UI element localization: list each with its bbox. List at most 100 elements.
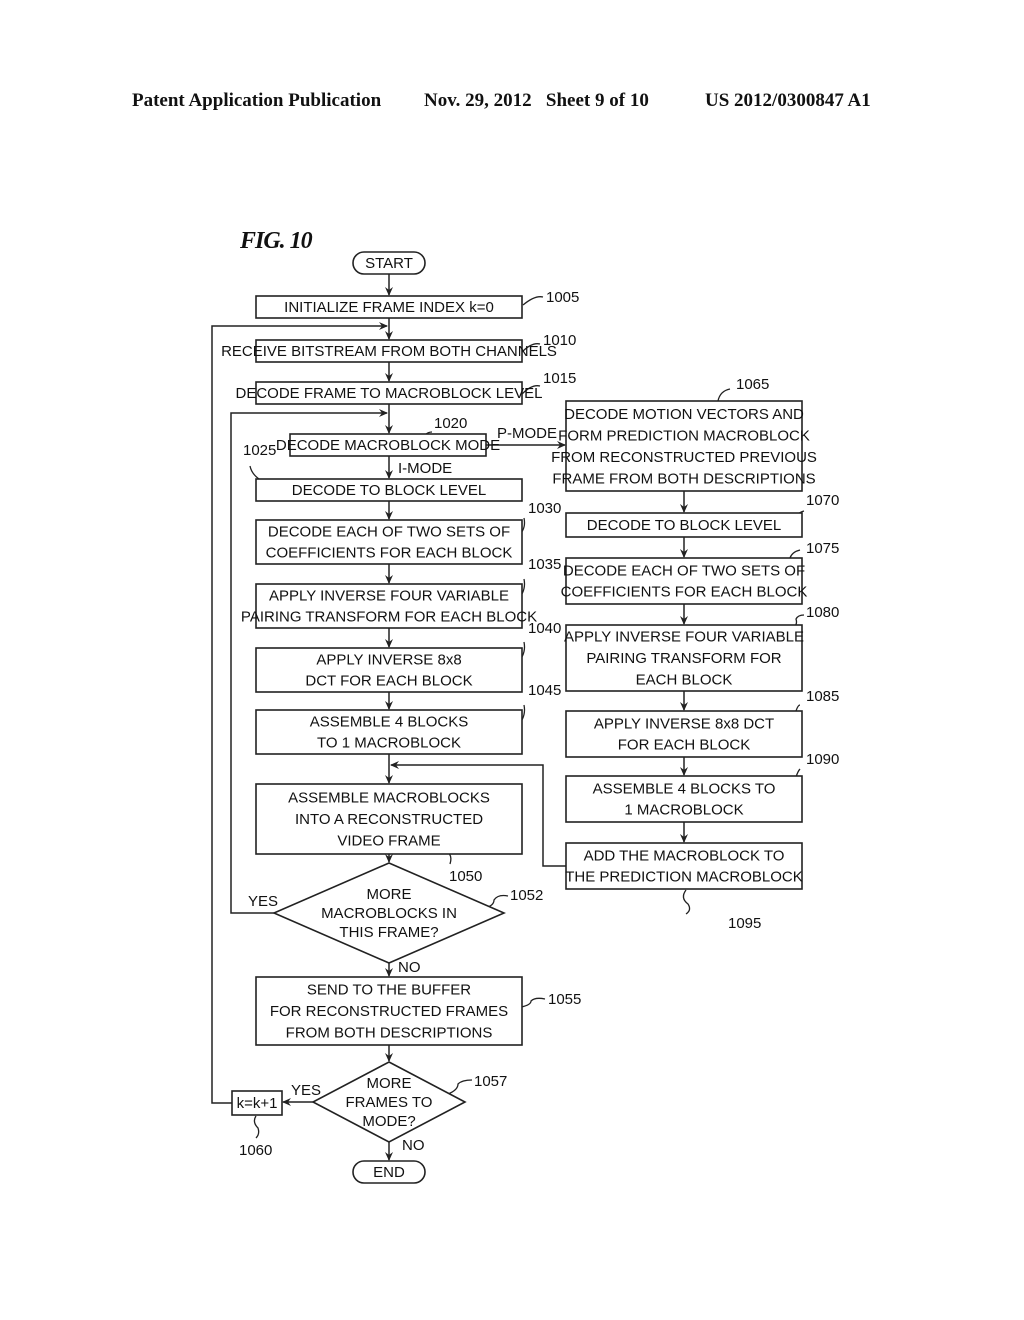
- end-terminal-text: END: [373, 1164, 405, 1181]
- step-text: TO 1 MACROBLOCK: [317, 735, 461, 752]
- step-text: FOR EACH BLOCK: [618, 737, 751, 754]
- step-text: DECODE TO BLOCK LEVEL: [587, 517, 782, 534]
- i-mode-label: I-MODE: [398, 460, 452, 477]
- start-terminal: START: [352, 251, 426, 275]
- yes-label-1052: YES: [248, 893, 278, 910]
- step-text: ASSEMBLE MACROBLOCKS: [288, 790, 490, 807]
- step-1015: DECODE FRAME TO MACROBLOCK LEVEL: [235, 381, 543, 405]
- step-1065: DECODE MOTION VECTORS AND FORM PREDICTION…: [551, 400, 817, 492]
- step-text: DECODE MOTION VECTORS AND: [564, 406, 804, 423]
- step-1020: DECODE MACROBLOCK MODE: [276, 433, 500, 457]
- step-text: COEFFICIENTS FOR EACH BLOCK: [561, 584, 808, 601]
- step-1085: APPLY INVERSE 8x8 DCT FOR EACH BLOCK: [565, 710, 803, 758]
- step-text: PAIRING TRANSFORM FOR EACH BLOCK: [241, 609, 537, 626]
- step-text: THIS FRAME?: [339, 924, 438, 941]
- step-text: FRAMES TO: [346, 1094, 433, 1111]
- step-1055: SEND TO THE BUFFER FOR RECONSTRUCTED FRAM…: [255, 976, 523, 1046]
- step-text: ADD THE MACROBLOCK TO: [584, 848, 785, 865]
- step-text: DCT FOR EACH BLOCK: [305, 673, 472, 690]
- reference-numeral: 1075: [806, 540, 839, 557]
- step-1080: APPLY INVERSE FOUR VARIABLE PAIRING TRANS…: [564, 624, 804, 692]
- reference-numeral: 1080: [806, 604, 839, 621]
- reference-numeral: 1010: [543, 332, 576, 349]
- leader-line: [717, 388, 731, 402]
- reference-numeral: 1030: [528, 500, 561, 517]
- step-text: FRAME FROM BOTH DESCRIPTIONS: [552, 470, 815, 487]
- step-1030: DECODE EACH OF TWO SETS OF COEFFICIENTS F…: [255, 519, 523, 565]
- leader-line: [520, 997, 546, 1008]
- step-1095: ADD THE MACROBLOCK TO THE PREDICTION MACR…: [565, 842, 803, 890]
- step-text: k=k+1: [237, 1095, 278, 1112]
- step-text: FORM PREDICTION MACROBLOCK: [558, 427, 810, 444]
- step-text: PAIRING TRANSFORM FOR: [586, 650, 781, 667]
- shapes: INITIALIZE FRAME INDEX k=0 RECEIVE BITSTR…: [221, 251, 817, 1184]
- step-1005: INITIALIZE FRAME INDEX k=0: [255, 295, 523, 319]
- step-text: MODE?: [362, 1113, 415, 1130]
- reference-numeral: 1070: [806, 492, 839, 509]
- flowchart: INITIALIZE FRAME INDEX k=0 RECEIVE BITSTR…: [211, 251, 839, 1184]
- step-text: INTO A RECONSTRUCTED: [295, 811, 483, 828]
- p-mode-label: P-MODE: [497, 425, 557, 442]
- yes-label-1057: YES: [291, 1082, 321, 1099]
- step-text: ASSEMBLE 4 BLOCKS: [310, 714, 468, 731]
- step-text: FOR RECONSTRUCTED FRAMES: [270, 1003, 508, 1020]
- no-label-1052: NO: [398, 959, 421, 976]
- leader-line: [682, 889, 691, 915]
- reference-numeral: 1045: [528, 682, 561, 699]
- reference-numeral: 1052: [510, 887, 543, 904]
- reference-numeral: 1085: [806, 688, 839, 705]
- leader-line: [789, 549, 801, 559]
- decision-1057: MORE FRAMES TO MODE?: [311, 1061, 467, 1143]
- step-1035: APPLY INVERSE FOUR VARIABLE PAIRING TRANS…: [241, 583, 537, 629]
- step-text: INITIALIZE FRAME INDEX k=0: [284, 299, 494, 316]
- step-1010: RECEIVE BITSTREAM FROM BOTH CHANNELS: [221, 339, 557, 363]
- step-1060: k=k+1: [231, 1090, 283, 1116]
- step-text: 1 MACROBLOCK: [624, 802, 743, 819]
- step-text: RECEIVE BITSTREAM FROM BOTH CHANNELS: [221, 343, 557, 360]
- step-1090: ASSEMBLE 4 BLOCKS TO 1 MACROBLOCK: [565, 775, 803, 823]
- reference-numeral: 1040: [528, 620, 561, 637]
- reference-numeral: 1065: [736, 376, 769, 393]
- step-text: FROM BOTH DESCRIPTIONS: [286, 1025, 493, 1042]
- step-text: APPLY INVERSE 8x8: [316, 652, 461, 669]
- step-text: APPLY INVERSE FOUR VARIABLE: [564, 629, 804, 646]
- step-text: APPLY INVERSE 8x8 DCT: [594, 716, 774, 733]
- step-text: ASSEMBLE 4 BLOCKS TO: [593, 781, 776, 798]
- step-1050: ASSEMBLE MACROBLOCKS INTO A RECONSTRUCTED…: [255, 783, 523, 855]
- step-text: APPLY INVERSE FOUR VARIABLE: [269, 588, 509, 605]
- step-text: FROM RECONSTRUCTED PREVIOUS: [551, 449, 817, 466]
- step-text: THE PREDICTION MACROBLOCK: [565, 869, 803, 886]
- start-terminal-text: START: [365, 255, 413, 272]
- step-text: VIDEO FRAME: [337, 833, 440, 850]
- reference-numeral: 1005: [546, 289, 579, 306]
- end-terminal: END: [352, 1160, 426, 1184]
- step-text: MORE: [367, 886, 412, 903]
- step-1045: ASSEMBLE 4 BLOCKS TO 1 MACROBLOCK: [255, 709, 523, 755]
- reference-numeral: 1025: [243, 442, 276, 459]
- reference-numeral: 1055: [548, 991, 581, 1008]
- step-1075: DECODE EACH OF TWO SETS OF COEFFICIENTS F…: [561, 557, 808, 605]
- reference-numeral: 1060: [239, 1142, 272, 1159]
- step-text: DECODE TO BLOCK LEVEL: [292, 482, 487, 499]
- step-1070: DECODE TO BLOCK LEVEL: [565, 512, 803, 538]
- step-text: DECODE EACH OF TWO SETS OF: [268, 524, 510, 541]
- reference-numeral: 1057: [474, 1073, 507, 1090]
- step-text: MACROBLOCKS IN: [321, 905, 457, 922]
- leader-line: [447, 1079, 473, 1095]
- step-1025: DECODE TO BLOCK LEVEL: [255, 478, 523, 502]
- step-text: MORE: [367, 1075, 412, 1092]
- step-text: DECODE EACH OF TWO SETS OF: [563, 563, 805, 580]
- reference-numeral: 1020: [434, 415, 467, 432]
- leader-line: [253, 1115, 260, 1139]
- step-text: EACH BLOCK: [636, 672, 733, 689]
- step-text: SEND TO THE BUFFER: [307, 982, 471, 999]
- reference-numeral: 1050: [449, 868, 482, 885]
- reference-numeral: 1095: [728, 915, 761, 932]
- no-label-1057: NO: [402, 1137, 425, 1154]
- step-text: DECODE FRAME TO MACROBLOCK LEVEL: [235, 385, 542, 402]
- step-text: COEFFICIENTS FOR EACH BLOCK: [266, 545, 513, 562]
- reference-numeral: 1090: [806, 751, 839, 768]
- leader-line: [522, 296, 544, 306]
- reference-numeral: 1015: [543, 370, 576, 387]
- step-1040: APPLY INVERSE 8x8 DCT FOR EACH BLOCK: [255, 647, 523, 693]
